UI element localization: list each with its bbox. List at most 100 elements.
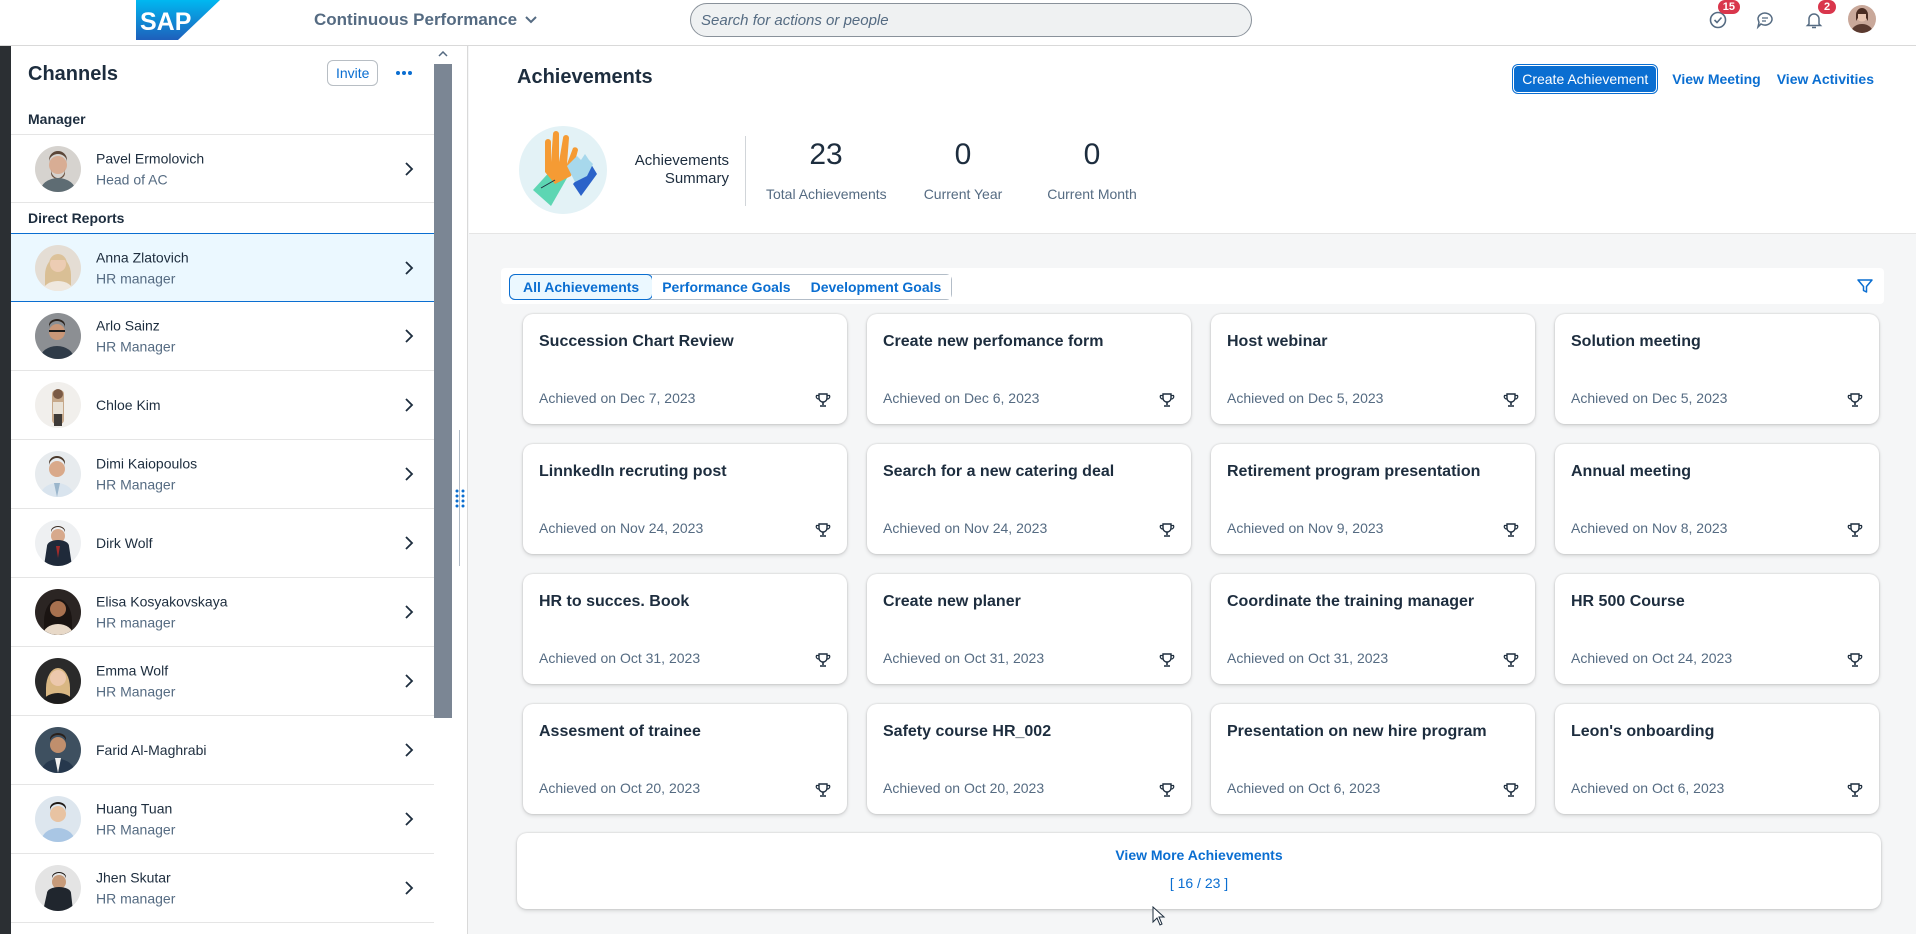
report-item[interactable]: Dimi Kaiopoulos HR Manager (11, 440, 434, 509)
avatar (35, 382, 81, 428)
chat-icon (1756, 12, 1773, 30)
person-name: Chloe Kim (96, 397, 161, 413)
manager-section-label: Manager (28, 111, 86, 127)
achievement-title: Annual meeting (1571, 463, 1692, 480)
person-name: Elisa Kosyakovskaya (96, 593, 228, 610)
app-title-menu[interactable]: Continuous Performance (314, 10, 537, 30)
view-more-achievements-button[interactable]: View More Achievements [ 16 / 23 ] (517, 833, 1881, 909)
manager-item[interactable]: Pavel Ermolovich Head of AC (11, 134, 434, 203)
achievement-title: HR 500 Course (1571, 593, 1685, 610)
more-options-button[interactable] (391, 60, 417, 86)
person-text: Elisa Kosyakovskaya HR manager (96, 594, 228, 631)
achievement-title: Create new planer (883, 593, 1021, 610)
achievement-card[interactable]: LinnkedIn recruting post Achieved on Nov … (523, 444, 847, 554)
achievement-card[interactable]: Annual meeting Achieved on Nov 8, 2023 (1555, 444, 1879, 554)
person-text: Dimi Kaiopoulos HR Manager (96, 456, 197, 493)
notifications-button[interactable]: 2 (1802, 0, 1836, 32)
kpi-label: Current Month (1047, 186, 1137, 202)
kpi-label: Total Achievements (766, 186, 887, 202)
report-item[interactable]: Arlo Sainz HR Manager (11, 302, 434, 371)
kpi-label: Current Year (923, 186, 1003, 202)
report-item[interactable]: Anna Zlatovich HR manager (11, 233, 434, 302)
avatar (35, 145, 81, 192)
page-title: Achievements (517, 66, 653, 88)
achievement-date: Achieved on Dec 6, 2023 (883, 390, 1040, 406)
summary-label-line2: Summary (664, 170, 729, 187)
create-achievement-button[interactable]: Create Achievement (1512, 64, 1659, 94)
achievement-card[interactable]: Presentation on new hire program Achieved… (1211, 704, 1535, 814)
person-name: Dirk Wolf (96, 535, 153, 551)
report-item[interactable]: Jhen Skutar HR manager (11, 854, 434, 923)
user-avatar[interactable] (1848, 5, 1876, 33)
mouse-cursor-icon (1152, 906, 1166, 926)
view-meeting-link[interactable]: View Meeting (1672, 71, 1760, 87)
avatar (35, 865, 81, 911)
report-item[interactable]: Elisa Kosyakovskaya HR manager (11, 578, 434, 647)
person-role: HR Manager (96, 821, 176, 838)
filter-bar: All Achievements Performance Goals Devel… (501, 268, 1884, 304)
achievement-date: Achieved on Oct 20, 2023 (539, 780, 701, 796)
achievement-date: Achieved on Oct 31, 2023 (1227, 650, 1389, 666)
achievement-title: Safety course HR_002 (883, 723, 1052, 740)
achievement-card[interactable]: Host webinar Achieved on Dec 5, 2023 (1211, 314, 1535, 424)
scrollbar-thumb[interactable] (434, 64, 452, 718)
achievement-date: Achieved on Dec 5, 2023 (1227, 390, 1384, 406)
report-item[interactable]: Farid Al-Maghrabi (11, 716, 434, 785)
avatar (35, 451, 81, 497)
achievement-title: LinnkedIn recruting post (539, 463, 727, 480)
trophy-icon (1159, 652, 1175, 668)
page-header: Achievements Create Achievement View Mee… (469, 46, 1916, 234)
view-activities-link[interactable]: View Activities (1777, 71, 1874, 87)
tab-development-goals[interactable]: Development Goals (800, 275, 952, 299)
kpi-value: 0 (1083, 138, 1101, 171)
achievement-title: Solution meeting (1571, 333, 1701, 350)
report-item[interactable]: Huang Tuan HR Manager (11, 785, 434, 854)
person-text: Huang Tuan HR Manager (96, 801, 175, 838)
tasks-button[interactable]: 15 (1706, 0, 1740, 32)
achievement-card[interactable]: Create new planer Achieved on Oct 31, 202… (867, 574, 1191, 684)
avatar (35, 520, 81, 566)
report-item[interactable]: Chloe Kim (11, 371, 434, 440)
trophy-icon (815, 652, 831, 668)
achievement-card[interactable]: Leon's onboarding Achieved on Oct 6, 2023 (1555, 704, 1879, 814)
person-role: HR Manager (96, 476, 176, 493)
search-input[interactable] (690, 3, 1252, 37)
achievement-card[interactable]: Retirement program presentation Achieved … (1211, 444, 1535, 554)
achievement-card[interactable]: Coordinate the training manager Achieved … (1211, 574, 1535, 684)
achievement-date: Achieved on Nov 8, 2023 (1571, 520, 1728, 536)
chevron-right-icon (405, 674, 414, 688)
achievement-card[interactable]: Create new perfomance form Achieved on De… (867, 314, 1191, 424)
achievement-card[interactable]: Search for a new catering deal Achieved o… (867, 444, 1191, 554)
kpi-value: 23 (809, 138, 843, 171)
chevron-right-icon (405, 812, 414, 826)
trophy-icon (815, 522, 831, 538)
achievement-date: Achieved on Oct 6, 2023 (1227, 780, 1381, 796)
achievement-card[interactable]: Assesment of trainee Achieved on Oct 20, … (523, 704, 847, 814)
sap-logo[interactable]: SAP (136, 0, 220, 40)
person-role: HR Manager (96, 338, 176, 355)
report-item[interactable]: Emma Wolf HR Manager (11, 647, 434, 716)
achievement-card[interactable]: Solution meeting Achieved on Dec 5, 2023 (1555, 314, 1879, 424)
tab-performance-goals[interactable]: Performance Goals (652, 275, 801, 299)
achievement-card[interactable]: HR to succes. Book Achieved on Oct 31, 20… (523, 574, 847, 684)
achievement-card[interactable]: Safety course HR_002 Achieved on Oct 20, … (867, 704, 1191, 814)
chat-button[interactable] (1753, 8, 1777, 32)
filter-icon[interactable] (1856, 277, 1874, 295)
app-title: Continuous Performance (314, 10, 518, 29)
splitter-grip-icon[interactable] (454, 488, 466, 508)
person-role: HR manager (96, 890, 176, 907)
report-item[interactable]: Dirk Wolf (11, 509, 434, 578)
direct-reports-section-label: Direct Reports (28, 210, 125, 226)
achievement-card[interactable]: HR 500 Course Achieved on Oct 24, 2023 (1555, 574, 1879, 684)
scroll-up-button[interactable] (436, 48, 450, 60)
achievement-card[interactable]: Succession Chart Review Achieved on Dec 7… (523, 314, 847, 424)
more-horizontal-icon (396, 71, 412, 75)
chevron-down-icon (525, 16, 537, 24)
person-text: Emma Wolf HR Manager (96, 663, 175, 700)
notifications-badge: 2 (1818, 0, 1836, 14)
chevron-right-icon (405, 743, 414, 757)
trophy-icon (1847, 522, 1863, 538)
tab-all-achievements[interactable]: All Achievements (509, 274, 654, 300)
chevron-right-icon (405, 398, 414, 412)
invite-button[interactable]: Invite (327, 60, 379, 86)
